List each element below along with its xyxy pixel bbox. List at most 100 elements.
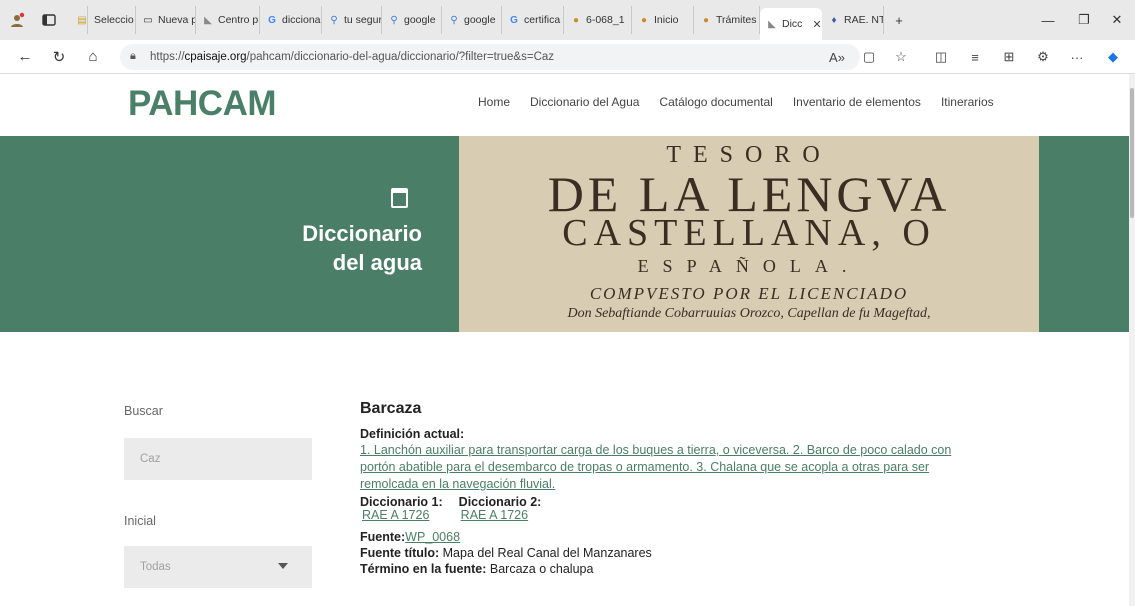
read-aloud-icon[interactable]: A» — [824, 44, 850, 70]
search-icon: ⚲ — [450, 14, 458, 26]
site-icon: ● — [702, 14, 710, 26]
book-line: COMPVESTO POR EL LICENCIADO — [589, 284, 909, 303]
tab-centro[interactable]: ◣ Centro p — [196, 6, 260, 34]
refresh-icon[interactable]: ↻ — [44, 42, 74, 72]
site-icon: ● — [572, 14, 580, 26]
google-icon: G — [268, 14, 276, 26]
nav-diccionario[interactable]: Diccionario del Agua — [530, 95, 639, 109]
dict1-link[interactable]: RAE A 1726 — [362, 509, 443, 522]
definition-text: 1. Lanchón auxiliar para transportar car… — [360, 442, 1040, 493]
tab-label: google — [404, 14, 436, 26]
tab-tu-segur[interactable]: ⚲ tu segur — [322, 6, 382, 34]
book-title-page-image: TESORO DE LA LENGVA CASTELLANA, O ESPAÑO… — [459, 136, 1039, 332]
search-icon: ⚲ — [390, 14, 398, 26]
tab-rae[interactable]: ♦ RAE. NT — [822, 6, 884, 34]
tab-diccionario-active[interactable]: ◣ Dicc ✕ — [760, 8, 822, 40]
url-host: cpaisaje.org — [184, 51, 247, 63]
nav-itinerarios[interactable]: Itinerarios — [941, 95, 994, 109]
new-tab-icon[interactable]: + — [888, 9, 910, 31]
tab-label: tu segur — [344, 14, 382, 26]
initial-select[interactable]: Todas — [124, 546, 312, 588]
search-label: Buscar — [124, 404, 163, 418]
collections-icon[interactable]: ⊞ — [996, 44, 1022, 70]
page-content: PAHCAM Home Diccionario del Agua Catálog… — [0, 74, 1135, 606]
book-line: CASTELLANA, O — [562, 212, 936, 254]
definition-label: Definición actual: — [360, 427, 465, 441]
back-icon[interactable]: ← — [10, 42, 40, 72]
url-scheme: https:// — [150, 51, 185, 63]
copilot-icon[interactable]: ◆ — [1100, 44, 1126, 70]
definition-link[interactable]: remolcada en la navegación fluvial. — [360, 476, 1040, 493]
more-icon[interactable]: ··· — [1064, 44, 1090, 70]
main-nav: Home Diccionario del Agua Catálogo docum… — [478, 95, 994, 109]
tab-6-068[interactable]: ● 6-068_1 — [564, 6, 632, 34]
newtab-icon: ▭ — [143, 14, 153, 26]
tab-pinned[interactable]: ▤ — [70, 6, 88, 34]
source-title-value: Mapa del Real Canal del Manzanares — [442, 546, 652, 560]
site-icon: ◣ — [204, 14, 212, 26]
tab-actions-icon[interactable] — [38, 9, 60, 31]
definition-link[interactable]: portón abatible para el desembarco de tr… — [360, 459, 1040, 476]
home-icon[interactable]: ⌂ — [78, 42, 108, 72]
tab-label: Trámites — [716, 14, 757, 26]
nav-inventario[interactable]: Inventario de elementos — [793, 95, 921, 109]
tab-label: 6-068_1 — [586, 14, 625, 26]
reader-view-icon[interactable]: ▢ — [856, 44, 882, 70]
favorite-star-icon[interactable]: ☆ — [888, 44, 914, 70]
initial-select-value: Todas — [140, 561, 171, 573]
favorites-icon[interactable]: ≡ — [962, 44, 988, 70]
profile-icon[interactable] — [6, 9, 28, 31]
minimize-icon[interactable]: — — [1030, 0, 1066, 40]
tab-label: Nueva p — [158, 14, 196, 26]
site-icon: ● — [640, 14, 648, 26]
search-input-value: Caz — [140, 453, 161, 465]
page-scrollbar[interactable] — [1129, 74, 1135, 606]
source-link[interactable]: WP_0068 — [405, 530, 460, 544]
tab-tramites[interactable]: ● Trámites — [694, 6, 760, 34]
source-title-label: Fuente título: — [360, 546, 440, 560]
url-path: /pahcam/diccionario-del-agua/diccionario… — [246, 51, 555, 63]
tab-inicio[interactable]: ● Inicio — [632, 6, 694, 34]
search-icon: ⚲ — [330, 14, 338, 26]
url-field[interactable]: 🔒︎ https://cpaisaje.org/pahcam/diccionar… — [120, 44, 860, 70]
scrollbar-thumb[interactable] — [1130, 88, 1134, 218]
site-logo[interactable]: PAHCAM — [128, 84, 277, 124]
tab-google-2[interactable]: ⚲ google — [442, 6, 502, 34]
dict2-link[interactable]: RAE A 1726 — [461, 509, 542, 522]
restore-icon[interactable]: ❐ — [1066, 0, 1102, 40]
tab-label: Inicio — [654, 14, 679, 26]
source-term-value: Barcaza o chalupa — [489, 562, 594, 576]
tab-nueva[interactable]: ▭ Nueva p — [136, 6, 196, 34]
tab-label: Centro p — [218, 14, 259, 26]
hero-title-line2: del agua — [332, 250, 422, 275]
nav-home[interactable]: Home — [478, 95, 510, 109]
nav-catalogo[interactable]: Catálogo documental — [659, 95, 772, 109]
definition-link[interactable]: 1. Lanchón auxiliar para transportar car… — [360, 442, 1040, 459]
hero-title-line1: Diccionario — [302, 221, 422, 246]
search-input[interactable]: Caz — [124, 438, 312, 480]
tab-google-1[interactable]: ⚲ google — [382, 6, 442, 34]
entry-term: Barcaza — [360, 400, 422, 417]
tab-label: RAE. NT — [844, 14, 884, 26]
tab-label: Dicc — [782, 18, 803, 30]
tab-dicciona[interactable]: Gdicciona — [260, 6, 322, 34]
hero-title: Diccionario del agua — [200, 219, 422, 277]
close-tab-icon[interactable]: ✕ — [812, 18, 821, 31]
tab-label: Seleccio — [94, 14, 134, 26]
lock-icon: 🔒︎ — [130, 50, 136, 62]
browser-tab-bar: ▤ Seleccio ▭ Nueva p ◣ Centro p Gdicciona … — [0, 0, 1135, 40]
folder-icon: ▤ — [77, 14, 87, 26]
tab-seleccio[interactable]: Seleccio — [88, 6, 136, 34]
tab-label: dicciona — [282, 14, 321, 26]
tab-label: google — [464, 14, 496, 26]
book-line: ESPAÑOLA. — [637, 256, 861, 276]
site-icon: ◣ — [768, 18, 776, 30]
split-screen-icon[interactable]: ◫ — [928, 44, 954, 70]
tab-certifica[interactable]: Gcertifica — [502, 6, 564, 34]
close-window-icon[interactable]: ✕ — [1099, 0, 1135, 40]
dictionaries: Diccionario 1: RAE A 1726 Diccionario 2:… — [360, 496, 1040, 522]
extensions-icon[interactable]: ⚙ — [1030, 44, 1056, 70]
initial-label: Inicial — [124, 514, 156, 528]
source-term-label: Término en la fuente: — [360, 562, 487, 576]
google-icon: G — [510, 14, 518, 26]
